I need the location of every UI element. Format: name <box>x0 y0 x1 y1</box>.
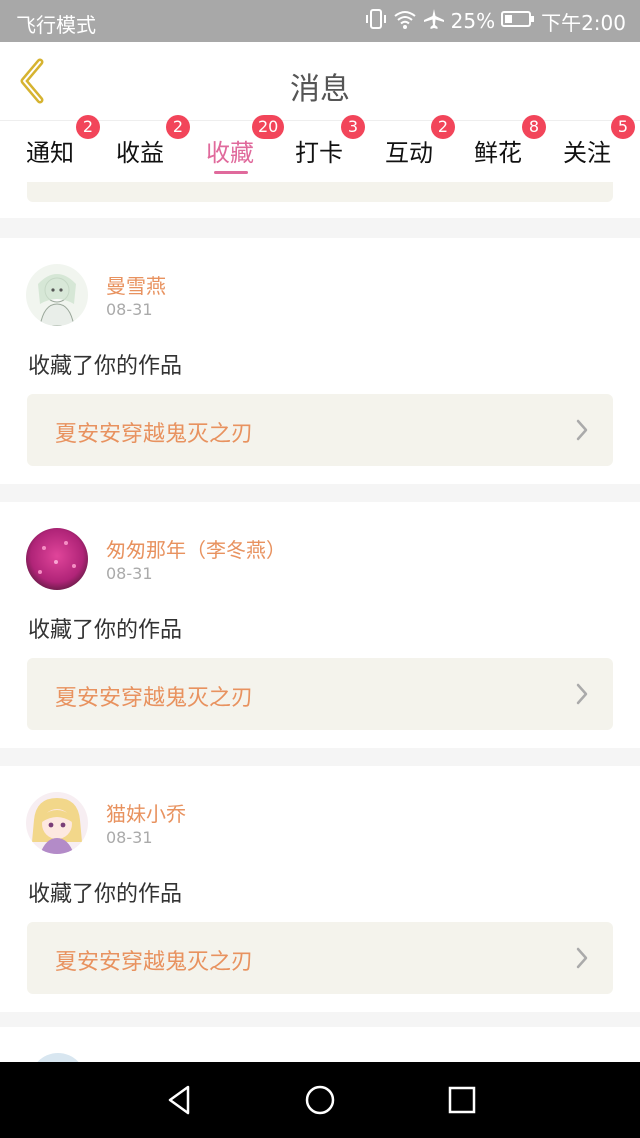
message-date: 08-31 <box>106 828 153 847</box>
username[interactable]: 匆匆那年（李冬燕） <box>106 534 286 563</box>
tab-label: 鲜花 <box>474 139 522 167</box>
username[interactable]: 曼雪燕 <box>106 270 166 299</box>
username[interactable]: 猫妹小乔 <box>106 798 186 827</box>
tab-badge: 5 <box>611 115 635 139</box>
work-link[interactable]: 夏安安穿越鬼灭之刃 <box>27 394 613 466</box>
tab-label: 通知 <box>26 139 74 167</box>
chevron-right-icon <box>575 946 589 974</box>
back-triangle-icon[interactable] <box>162 1082 198 1118</box>
work-title: 夏安安穿越鬼灭之刃 <box>55 950 254 975</box>
battery-icon <box>501 9 535 33</box>
work-link[interactable]: 夏安安穿越鬼灭之刃 <box>27 658 613 730</box>
list-item: 曼雪燕 08-31 收藏了你的作品 夏安安穿越鬼灭之刃 <box>0 238 640 484</box>
tab-label: 收藏 <box>206 139 254 167</box>
list-item: 猫妹小乔 08-31 收藏了你的作品 夏安安穿越鬼灭之刃 <box>0 766 640 1012</box>
avatar[interactable] <box>26 792 88 854</box>
tab-badge: 2 <box>76 115 100 139</box>
work-title: 夏安安穿越鬼灭之刃 <box>55 686 254 711</box>
tab-bar: 通知 2 收益 2 收藏 20 打卡 3 互动 2 鲜花 8 关注 5 <box>0 115 640 182</box>
work-link-partial <box>27 182 613 202</box>
tab-label: 关注 <box>563 139 611 167</box>
status-bar: 飞行模式 25% 下午2:00 <box>0 0 640 42</box>
app-header: 消息 <box>0 42 640 120</box>
tab-label: 收益 <box>116 139 164 167</box>
tab-badge: 2 <box>166 115 190 139</box>
screen: 飞行模式 25% 下午2:00 消息 通知 2 收益 2 收藏 20 打卡 3 … <box>0 0 640 1138</box>
action-text: 收藏了你的作品 <box>28 618 183 643</box>
message-list[interactable]: 曼雪燕 08-31 收藏了你的作品 夏安安穿越鬼灭之刃 匆匆那年（李冬燕） 08… <box>0 182 640 1062</box>
page-title: 消息 <box>290 72 350 107</box>
action-text: 收藏了你的作品 <box>28 354 183 379</box>
tab-label: 互动 <box>385 139 433 167</box>
action-text: 收藏了你的作品 <box>28 882 183 907</box>
avatar <box>30 1053 86 1062</box>
avatar[interactable] <box>26 528 88 590</box>
avatar[interactable] <box>26 264 88 326</box>
chevron-right-icon <box>575 682 589 710</box>
tab-badge: 2 <box>431 115 455 139</box>
work-title: 夏安安穿越鬼灭之刃 <box>55 422 254 447</box>
vibrate-icon <box>365 8 387 35</box>
tab-badge: 3 <box>341 115 365 139</box>
wifi-icon <box>393 9 417 34</box>
tab-badge: 8 <box>522 115 546 139</box>
airplane-mode-label: 飞行模式 <box>16 13 96 37</box>
message-date: 08-31 <box>106 564 153 583</box>
active-tab-indicator <box>214 171 248 174</box>
list-item-partial <box>0 182 640 218</box>
tab-badge: 20 <box>252 115 285 139</box>
chevron-right-icon <box>575 418 589 446</box>
tab-label: 打卡 <box>295 139 343 167</box>
airplane-icon <box>423 8 445 35</box>
home-circle-icon[interactable] <box>302 1082 338 1118</box>
work-link[interactable]: 夏安安穿越鬼灭之刃 <box>27 922 613 994</box>
battery-percent: 25% <box>450 9 496 33</box>
system-nav-bar <box>0 1062 640 1138</box>
list-item: 匆匆那年（李冬燕） 08-31 收藏了你的作品 夏安安穿越鬼灭之刃 <box>0 502 640 748</box>
recents-square-icon[interactable] <box>444 1082 480 1118</box>
list-item-partial <box>0 1027 640 1062</box>
clock: 下午2:00 <box>541 10 626 35</box>
message-date: 08-31 <box>106 300 153 319</box>
